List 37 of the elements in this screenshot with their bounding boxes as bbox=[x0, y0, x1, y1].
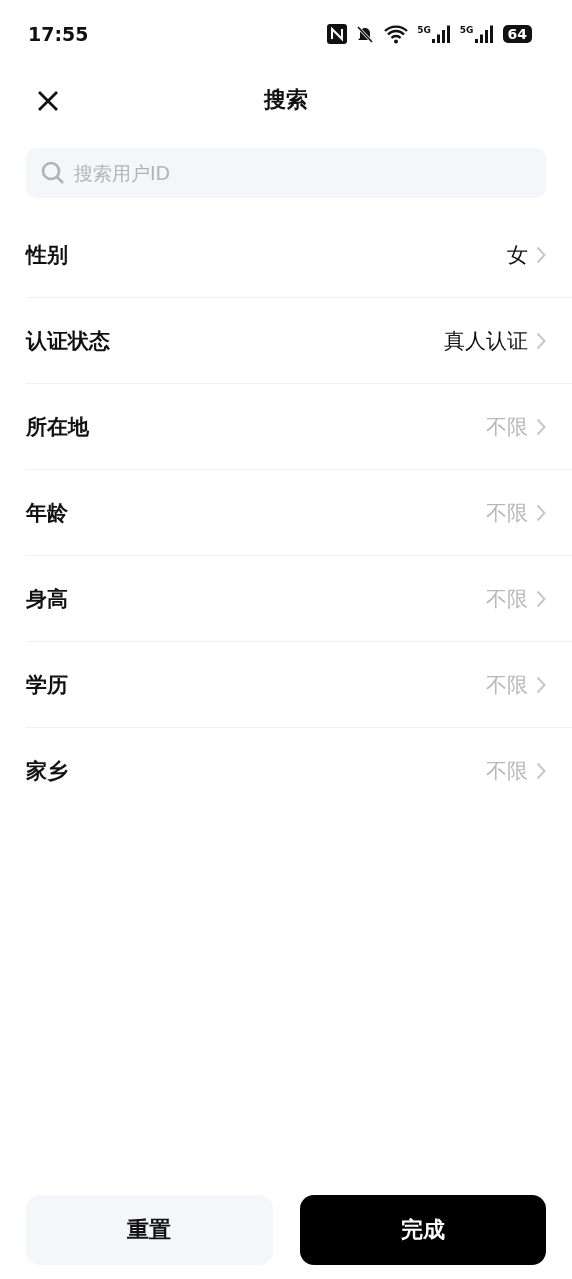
filter-value[interactable]: 不限 bbox=[486, 584, 528, 613]
filter-value[interactable]: 不限 bbox=[486, 412, 528, 441]
filter-label: 所在地 bbox=[26, 413, 89, 441]
filter-value[interactable]: 女 bbox=[507, 240, 528, 269]
filter-value[interactable]: 不限 bbox=[486, 670, 528, 699]
search-icon bbox=[40, 160, 66, 186]
filter-label: 身高 bbox=[26, 585, 68, 613]
filter-label: 学历 bbox=[26, 671, 68, 699]
chevron-right-icon bbox=[536, 503, 546, 522]
reset-button[interactable]: 重置 bbox=[26, 1195, 273, 1265]
filter-label: 性别 bbox=[26, 241, 68, 269]
battery-level: 64 bbox=[502, 25, 532, 43]
chevron-right-icon bbox=[536, 417, 546, 436]
page-title: 搜索 bbox=[264, 86, 308, 114]
filter-value[interactable]: 不限 bbox=[486, 756, 528, 785]
network-label: 5G bbox=[459, 25, 474, 35]
muted-bell-icon bbox=[355, 24, 376, 44]
done-button[interactable]: 完成 bbox=[299, 1195, 546, 1265]
close-icon bbox=[37, 90, 59, 112]
network-label: 5G bbox=[417, 25, 431, 35]
nfc-icon bbox=[327, 24, 348, 44]
chevron-right-icon bbox=[536, 589, 546, 608]
filter-label: 年龄 bbox=[26, 499, 68, 527]
filter-label: 认证状态 bbox=[26, 327, 110, 355]
filter-label: 家乡 bbox=[26, 757, 68, 785]
signal-icon bbox=[431, 25, 452, 43]
chevron-right-icon bbox=[536, 675, 546, 694]
filter-value[interactable]: 真人认证 bbox=[444, 326, 528, 355]
wifi-icon bbox=[383, 24, 410, 44]
chevron-right-icon bbox=[536, 331, 546, 350]
chevron-right-icon bbox=[536, 761, 546, 780]
chevron-right-icon bbox=[536, 245, 546, 264]
signal-icon bbox=[474, 25, 495, 43]
search-bar[interactable]: 搜索用户ID bbox=[26, 148, 546, 198]
search-field[interactable]: 搜索用户ID bbox=[72, 161, 532, 185]
clock: 17:55 bbox=[28, 23, 89, 45]
filter-value[interactable]: 不限 bbox=[486, 498, 528, 527]
